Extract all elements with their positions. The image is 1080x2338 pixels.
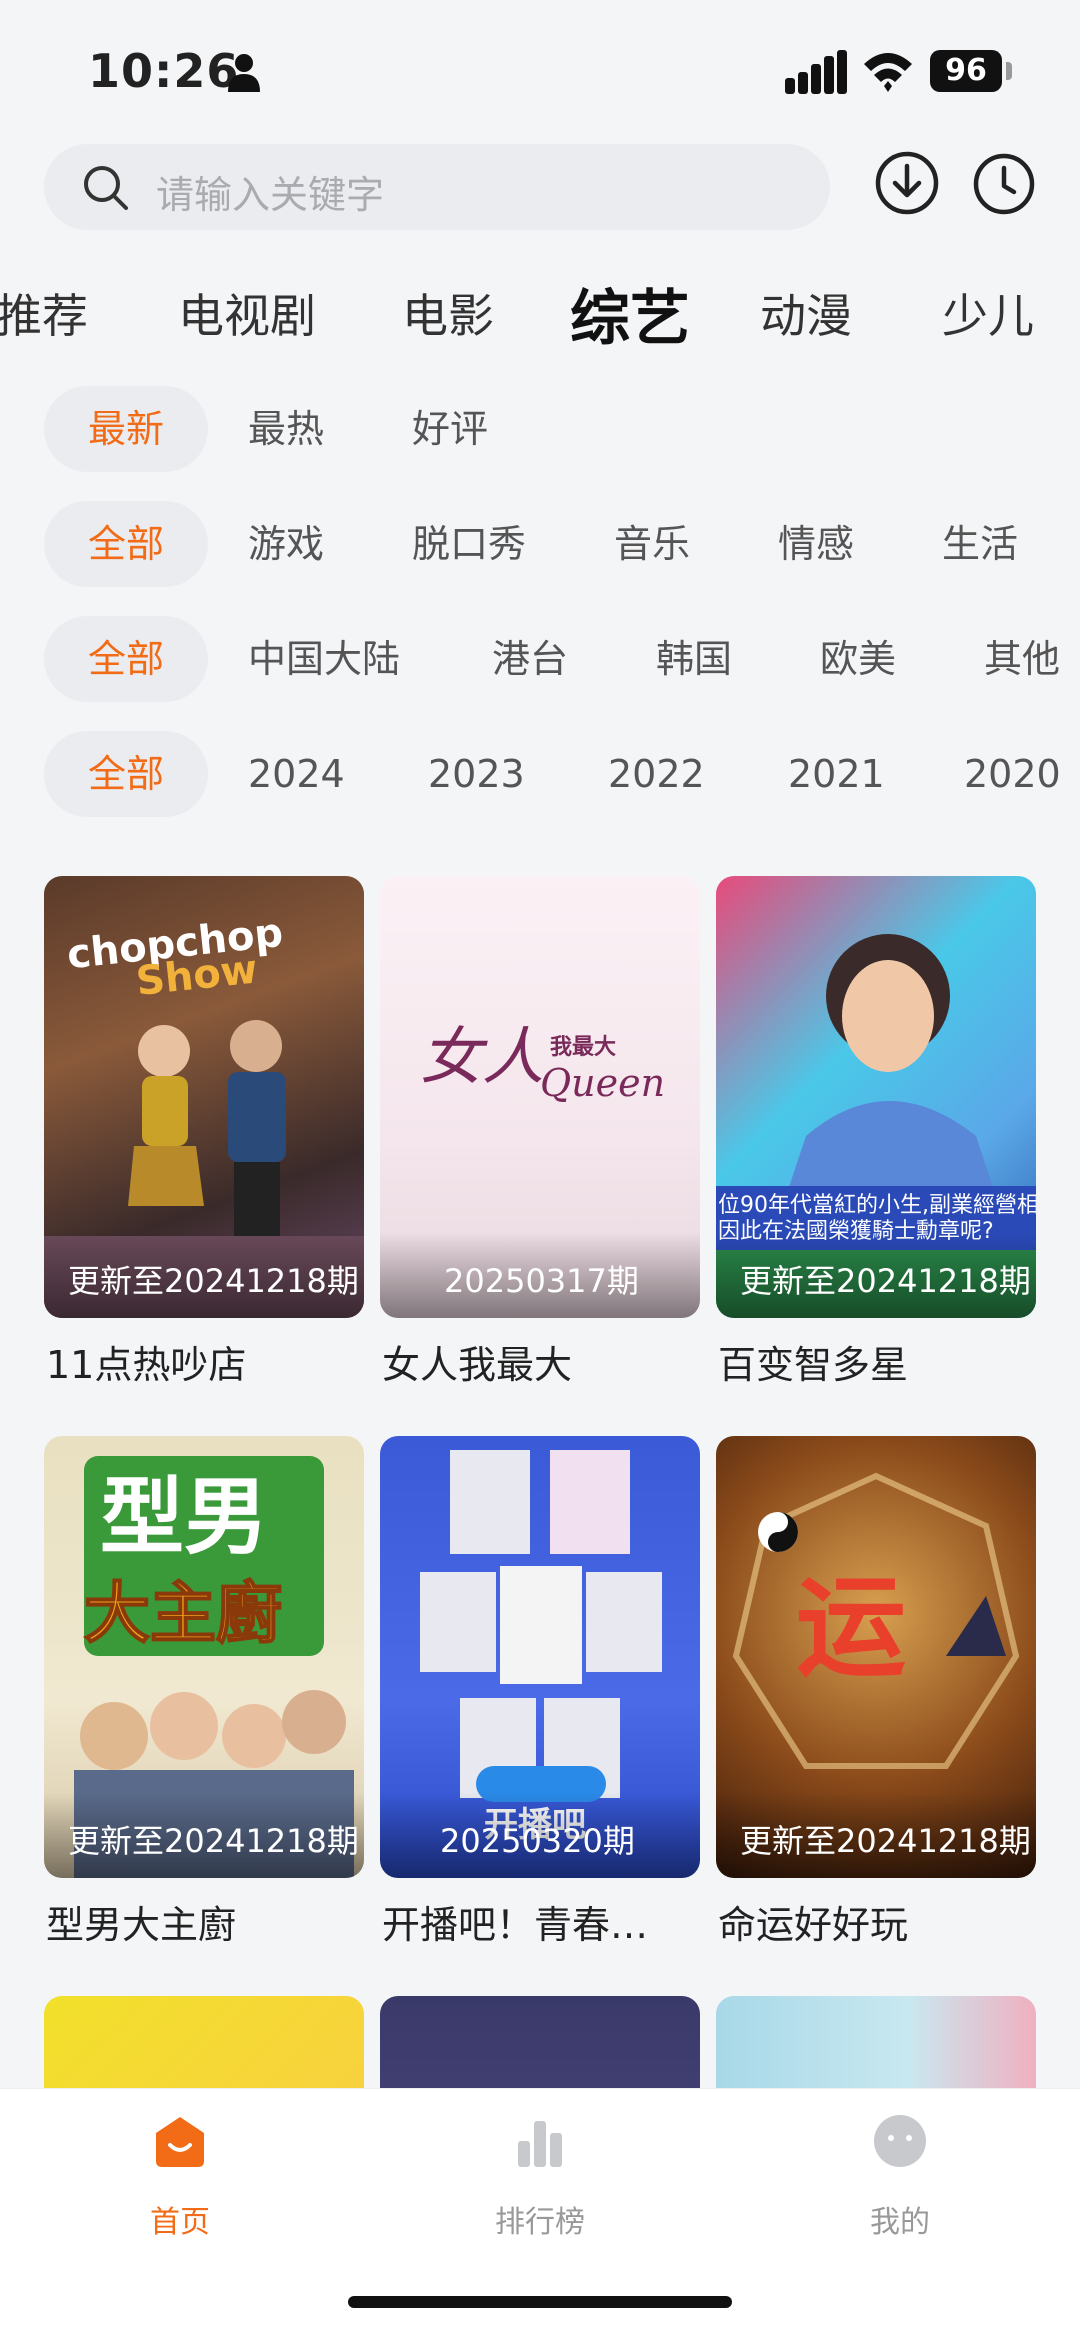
poster-image [44,1996,364,2088]
poster-image: 开播吧 20250320期 [380,1436,700,1878]
tab-anime[interactable]: 动漫 [760,280,852,346]
poster-image: 型男 大主廚 更新至20241218期 [44,1436,364,1878]
show-title: 百变智多星 [718,1343,909,1387]
show-title: 型男大主廚 [46,1903,237,1947]
cellular-signal-icon [785,50,847,94]
filter-region-west[interactable]: 欧美 [820,616,896,702]
wifi-icon [864,53,912,92]
filter-region-mainland[interactable]: 中国大陆 [248,616,400,702]
show-title: 11点热吵店 [46,1343,247,1387]
poster-image: 运 更新至20241218期 [716,1436,1036,1878]
nav-profile[interactable]: 我的 [810,2111,990,2241]
poster-image: 位90年代當紅的小生,副業經營相 因此在法國榮獲騎士勳章呢? 更新至202412… [716,876,1036,1318]
episode-badge: 更新至20241218期 [716,1792,1036,1878]
download-icon[interactable] [874,150,940,216]
tab-movie[interactable]: 电影 [402,280,494,346]
show-card[interactable]: chopchop Show 更新至20241218期 11点热吵店 [44,876,364,1396]
show-title: 开播吧！青春… [382,1903,649,1947]
home-icon [156,2117,204,2167]
show-card[interactable] [380,1996,700,2088]
category-tabs: 推荐 电视剧 电影 综艺 动漫 少儿 [0,262,1080,354]
filter-row-genre: 全部 游戏 脱口秀 音乐 情感 生活 [0,501,1080,587]
svg-text:Queen: Queen [540,1061,665,1105]
search-input[interactable]: 请输入关键字 [44,144,830,230]
nav-ranking[interactable]: 排行榜 [450,2111,630,2241]
show-card[interactable] [716,1996,1036,2088]
tab-tv-series[interactable]: 电视剧 [178,280,316,346]
filter-genre-music[interactable]: 音乐 [614,501,690,587]
filter-sort-hottest[interactable]: 最热 [248,386,324,472]
filter-genre-life[interactable]: 生活 [942,501,1018,587]
filter-sort-top-rated[interactable]: 好评 [412,386,488,472]
show-card[interactable]: 开播吧 20250320期 开播吧！青春… [380,1436,700,1956]
search-icon [84,166,128,210]
filter-year-2021[interactable]: 2021 [788,731,885,817]
battery-cap [1006,62,1012,80]
svg-text:大主廚: 大主廚 [84,1575,282,1652]
show-title: 命运好好玩 [718,1903,909,1947]
bar-chart-icon [518,2121,562,2167]
nav-profile-label: 我的 [870,2205,930,2240]
filter-genre-emotion[interactable]: 情感 [778,501,854,587]
filter-year-2020[interactable]: 2020 [964,731,1061,817]
filter-region-korea[interactable]: 韩国 [656,616,732,702]
show-title: 女人我最大 [382,1343,573,1387]
show-card[interactable]: 女人 我最大 Queen 20250317期 女人我最大 [380,876,700,1396]
filter-row-region: 全部 中国大陆 港台 韩国 欧美 其他 [0,616,1080,702]
search-placeholder: 请输入关键字 [156,173,385,217]
poster-image: 女人 我最大 Queen 20250317期 [380,876,700,1318]
filter-year-2024[interactable]: 2024 [248,731,345,817]
filter-year-2022[interactable]: 2022 [608,731,705,817]
status-bar: 10:26 96 [0,0,1080,140]
episode-badge: 20250320期 [380,1792,700,1878]
status-time: 10:26 [88,44,240,98]
show-card[interactable] [44,1996,364,2088]
filter-year-2023[interactable]: 2023 [428,731,525,817]
filter-row-sort: 最新 最热 好评 [0,386,1080,472]
episode-badge: 20250317期 [380,1232,700,1318]
home-indicator [348,2296,732,2308]
person-icon [228,54,260,92]
episode-badge: 更新至20241218期 [44,1792,364,1878]
filter-genre-all[interactable]: 全部 [44,501,208,587]
poster-image: chopchop Show 更新至20241218期 [44,876,364,1318]
filter-year-all[interactable]: 全部 [44,731,208,817]
tab-recommend[interactable]: 推荐 [0,280,88,346]
nav-home[interactable]: 首页 [90,2111,270,2241]
nav-home-label: 首页 [150,2205,210,2240]
show-card[interactable]: 型男 大主廚 更新至20241218期 型男大主廚 [44,1436,364,1956]
svg-text:位90年代當紅的小生,副業經營相: 位90年代當紅的小生,副業經營相 [718,1193,1036,1218]
battery-level: 96 [930,50,1002,92]
filter-sort-newest[interactable]: 最新 [44,386,208,472]
filter-genre-talkshow[interactable]: 脱口秀 [412,501,526,587]
svg-text:我最大: 我最大 [550,1035,616,1060]
svg-text:运: 运 [796,1563,906,1692]
tab-variety[interactable]: 综艺 [570,270,690,357]
svg-text:型男: 型男 [100,1468,268,1566]
nav-ranking-label: 排行榜 [495,2205,585,2240]
tab-kids[interactable]: 少儿 [942,280,1034,346]
show-card[interactable]: 位90年代當紅的小生,副業經營相 因此在法國榮獲騎士勳章呢? 更新至202412… [716,876,1036,1396]
show-card[interactable]: 运 更新至20241218期 命运好好玩 [716,1436,1036,1956]
filter-region-hk-tw[interactable]: 港台 [492,616,568,702]
poster-image [380,1996,700,2088]
svg-text:女人: 女人 [420,1020,544,1093]
filter-row-year: 全部 2024 2023 2022 2021 2020 [0,731,1080,817]
filter-genre-game[interactable]: 游戏 [248,501,324,587]
filter-region-other[interactable]: 其他 [984,616,1060,702]
history-clock-icon[interactable] [972,152,1036,216]
episode-badge: 更新至20241218期 [44,1232,364,1318]
poster-image [716,1996,1036,2088]
filter-region-all[interactable]: 全部 [44,616,208,702]
episode-badge: 更新至20241218期 [716,1232,1036,1318]
profile-face-icon [874,2115,926,2167]
